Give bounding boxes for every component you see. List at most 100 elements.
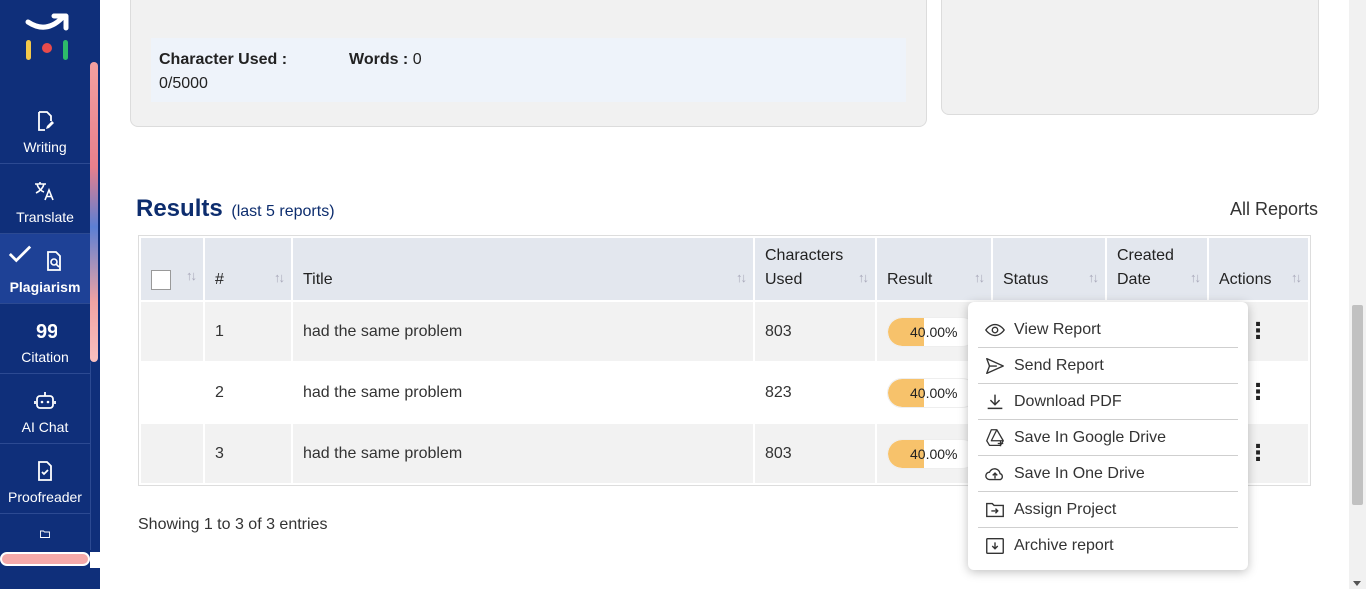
- more-actions-icon[interactable]: ⋮: [1247, 318, 1269, 343]
- result-pill: 40.00%: [887, 377, 977, 408]
- sidebar-item-label: Proofreader: [8, 489, 82, 505]
- row-characters: 803: [755, 424, 875, 483]
- menu-item-label: Send Report: [1014, 356, 1104, 374]
- eye-icon: [985, 323, 1005, 336]
- folder-icon: [40, 530, 50, 538]
- result-value: 40.00%: [910, 445, 958, 462]
- sort-icon[interactable]: ↑↓: [858, 266, 869, 290]
- sort-icon[interactable]: ↑↓: [736, 266, 747, 290]
- page-scrollbar[interactable]: [1349, 0, 1366, 589]
- sidebar-item-folder[interactable]: [0, 514, 90, 554]
- character-count-label: Character Used :: [159, 51, 288, 68]
- menu-item-label: Save In One Drive: [1014, 464, 1145, 482]
- column-label: #: [215, 271, 224, 288]
- sort-icon[interactable]: ↑↓: [974, 266, 985, 290]
- sort-icon[interactable]: ↑↓: [1291, 266, 1302, 290]
- proofreader-icon: [38, 461, 52, 481]
- scroll-down-arrow-icon[interactable]: [1353, 581, 1361, 586]
- column-label: Characters Used: [765, 247, 844, 288]
- menu-item-save-one-drive[interactable]: Save In One Drive: [978, 456, 1238, 492]
- sidebar-item-label: Plagiarism: [9, 279, 81, 295]
- word-count-value: 0: [412, 51, 422, 68]
- column-header-title[interactable]: Title ↑↓: [293, 238, 753, 300]
- menu-item-view-report[interactable]: View Report: [978, 312, 1238, 348]
- google-drive-icon: [986, 428, 1004, 446]
- sidebar-item-label: Translate: [16, 209, 74, 225]
- sort-icon[interactable]: ↑↓: [1190, 266, 1201, 290]
- sort-icon[interactable]: ↑↓: [186, 264, 197, 288]
- menu-item-save-google-drive[interactable]: Save In Google Drive: [978, 420, 1238, 456]
- table-info: Showing 1 to 3 of 3 entries: [138, 516, 328, 533]
- check-icon: [8, 245, 32, 263]
- plagiarism-icon: [47, 251, 61, 271]
- column-label: Created Date: [1117, 247, 1174, 288]
- select-all-header[interactable]: ↑↓: [141, 238, 203, 300]
- menu-item-label: Archive report: [1014, 537, 1114, 554]
- row-number: 2: [205, 363, 291, 422]
- more-actions-icon[interactable]: ⋮: [1247, 379, 1269, 404]
- row-title: had the same problem: [293, 302, 753, 361]
- column-header-characters-used[interactable]: Characters Used ↑↓: [755, 238, 875, 300]
- row-title: had the same problem: [293, 424, 753, 483]
- menu-item-label: Save In Google Drive: [1014, 428, 1167, 446]
- svg-text:99: 99: [36, 321, 57, 343]
- sidebar-item-citation[interactable]: 99 Citation: [0, 304, 90, 374]
- column-label: Result: [887, 271, 933, 288]
- column-label: Title: [303, 271, 333, 288]
- result-value: 40.00%: [910, 384, 958, 401]
- more-actions-icon[interactable]: ⋮: [1247, 440, 1269, 465]
- row-title: had the same problem: [293, 363, 753, 422]
- sidebar-horizontal-scrollbar[interactable]: [0, 552, 90, 566]
- row-number: 3: [205, 424, 291, 483]
- column-header-actions[interactable]: Actions ↑↓: [1209, 238, 1308, 300]
- send-icon: [986, 357, 1004, 374]
- results-subtitle: (last 5 reports): [231, 203, 335, 220]
- ai-chat-icon: [34, 392, 56, 409]
- column-header-number[interactable]: # ↑↓: [205, 238, 291, 300]
- app-logo[interactable]: [22, 12, 74, 64]
- menu-item-label: Assign Project: [1014, 500, 1117, 518]
- menu-item-label: View Report: [1014, 320, 1101, 338]
- sidebar-item-translate[interactable]: Translate: [0, 164, 90, 234]
- word-count-label: Words :: [349, 51, 409, 68]
- sidebar-item-ai-chat[interactable]: AI Chat: [0, 374, 90, 444]
- sort-icon[interactable]: ↑↓: [274, 266, 285, 290]
- assign-folder-icon: [986, 502, 1004, 517]
- column-header-result[interactable]: Result ↑↓: [877, 238, 991, 300]
- menu-item-download-pdf[interactable]: Download PDF: [978, 384, 1238, 420]
- page: Writing Translate Plagiarism 99 Citation…: [0, 0, 1366, 589]
- cloud-upload-icon: [985, 467, 1003, 480]
- row-characters: 823: [755, 363, 875, 422]
- all-reports-link[interactable]: All Reports: [1230, 199, 1318, 220]
- column-header-created-date[interactable]: Created Date ↑↓: [1107, 238, 1207, 300]
- menu-item-send-report[interactable]: Send Report: [978, 348, 1238, 384]
- row-select-cell[interactable]: [141, 363, 203, 422]
- row-select-cell[interactable]: [141, 424, 203, 483]
- sidebar-item-label: Writing: [23, 139, 67, 155]
- menu-item-label: Download PDF: [1014, 392, 1122, 410]
- sort-icon[interactable]: ↑↓: [1088, 266, 1099, 290]
- select-all-checkbox[interactable]: [151, 269, 171, 290]
- sidebar-item-writing[interactable]: Writing: [0, 94, 90, 164]
- page-scrollbar-thumb[interactable]: [1352, 305, 1363, 505]
- download-icon: [987, 394, 1003, 409]
- column-header-status[interactable]: Status ↑↓: [993, 238, 1105, 300]
- results-heading: Results (last 5 reports): [136, 195, 335, 223]
- column-label: Status: [1003, 271, 1049, 288]
- word-count: Words : 0: [349, 48, 422, 72]
- scrollbar-corner: [90, 552, 100, 568]
- sidebar: Writing Translate Plagiarism 99 Citation…: [0, 0, 100, 589]
- sidebar-scrollbar[interactable]: [90, 62, 98, 362]
- result-pill: 40.00%: [887, 438, 977, 469]
- results-title: Results: [136, 195, 223, 222]
- actions-dropdown-menu: View Report Send Report Download PDF Sav…: [968, 302, 1248, 570]
- row-select-cell[interactable]: [141, 302, 203, 361]
- character-count-value: 0/5000: [159, 75, 208, 92]
- menu-item-assign-project[interactable]: Assign Project: [978, 492, 1238, 528]
- sidebar-item-proofreader[interactable]: Proofreader: [0, 444, 90, 514]
- row-number: 1: [205, 302, 291, 361]
- sidebar-item-plagiarism[interactable]: Plagiarism: [0, 234, 90, 304]
- menu-item-archive-report[interactable]: Archive report: [978, 528, 1238, 564]
- result-value: 40.00%: [910, 323, 958, 340]
- column-label: Actions: [1219, 271, 1272, 288]
